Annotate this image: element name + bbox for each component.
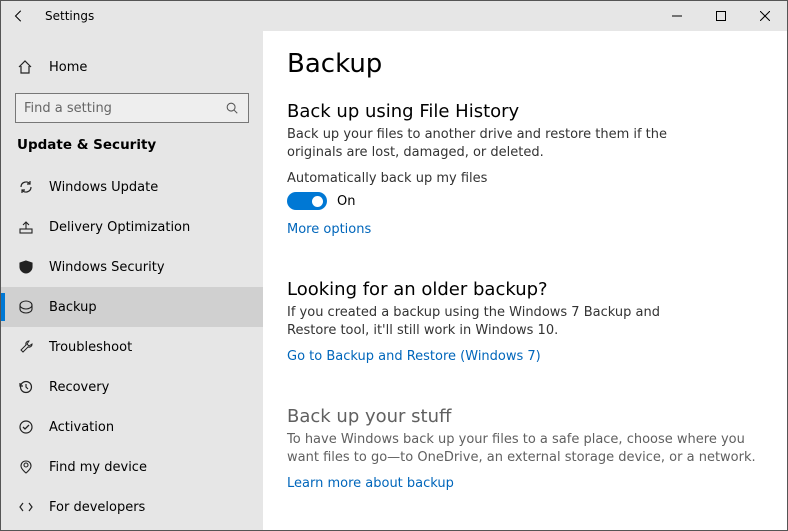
window-title: Settings [45, 9, 94, 23]
backup-icon [17, 299, 35, 315]
page-title: Backup [287, 49, 763, 79]
more-options-link[interactable]: More options [287, 222, 371, 237]
recovery-icon [17, 379, 35, 395]
developers-icon [17, 499, 35, 515]
section-older-backup: Looking for an older backup? If you crea… [287, 279, 763, 386]
search-box[interactable] [15, 93, 249, 123]
shield-icon [17, 259, 35, 275]
delivery-icon [17, 219, 35, 235]
sidebar-item-label: For developers [49, 500, 145, 515]
sync-icon [17, 179, 35, 195]
sidebar-item-label: Troubleshoot [49, 340, 132, 355]
sidebar-item-recovery[interactable]: Recovery [1, 367, 263, 407]
sidebar: Home Update & Security Windows Update [1, 31, 263, 530]
sidebar-item-delivery-optimization[interactable]: Delivery Optimization [1, 207, 263, 247]
wrench-icon [17, 339, 35, 355]
sidebar-category: Update & Security [1, 137, 263, 167]
sidebar-item-activation[interactable]: Activation [1, 407, 263, 447]
sidebar-item-windows-security[interactable]: Windows Security [1, 247, 263, 287]
sidebar-item-label: Find my device [49, 460, 147, 475]
minimize-button[interactable] [655, 1, 699, 31]
sidebar-home-label: Home [49, 60, 87, 75]
sidebar-item-find-my-device[interactable]: Find my device [1, 447, 263, 487]
toggle-state: On [337, 194, 355, 209]
learn-more-backup-link[interactable]: Learn more about backup [287, 476, 454, 491]
sidebar-item-label: Delivery Optimization [49, 220, 190, 235]
section-desc: To have Windows back up your files to a … [287, 431, 763, 466]
content-pane: Backup Back up using File History Back u… [263, 31, 787, 530]
search-input[interactable] [24, 101, 224, 116]
home-icon [17, 59, 35, 75]
location-icon [17, 459, 35, 475]
sidebar-item-label: Backup [49, 300, 97, 315]
toggle-label: Automatically back up my files [287, 171, 763, 186]
backup-restore-win7-link[interactable]: Go to Backup and Restore (Windows 7) [287, 349, 541, 364]
section-desc: Back up your files to another drive and … [287, 126, 687, 161]
section-heading: Back up using File History [287, 101, 763, 122]
sidebar-item-label: Recovery [49, 380, 109, 395]
sidebar-item-backup[interactable]: Backup [1, 287, 263, 327]
search-icon [224, 101, 240, 115]
sidebar-nav: Windows Update Delivery Optimization Win… [1, 167, 263, 527]
sidebar-item-windows-update[interactable]: Windows Update [1, 167, 263, 207]
back-button[interactable] [1, 1, 37, 31]
sidebar-home[interactable]: Home [1, 49, 263, 85]
section-file-history: Back up using File History Back up your … [287, 101, 763, 259]
auto-backup-toggle[interactable] [287, 192, 327, 210]
section-heading: Back up your stuff [287, 406, 763, 427]
sidebar-item-troubleshoot[interactable]: Troubleshoot [1, 327, 263, 367]
close-button[interactable] [743, 1, 787, 31]
sidebar-item-label: Activation [49, 420, 114, 435]
section-back-up-your-stuff: Back up your stuff To have Windows back … [287, 406, 763, 513]
titlebar: Settings [1, 1, 787, 31]
sidebar-item-for-developers[interactable]: For developers [1, 487, 263, 527]
sidebar-item-label: Windows Update [49, 180, 158, 195]
section-heading: Looking for an older backup? [287, 279, 763, 300]
section-desc: If you created a backup using the Window… [287, 304, 687, 339]
maximize-button[interactable] [699, 1, 743, 31]
sidebar-item-label: Windows Security [49, 260, 165, 275]
activation-icon [17, 419, 35, 435]
